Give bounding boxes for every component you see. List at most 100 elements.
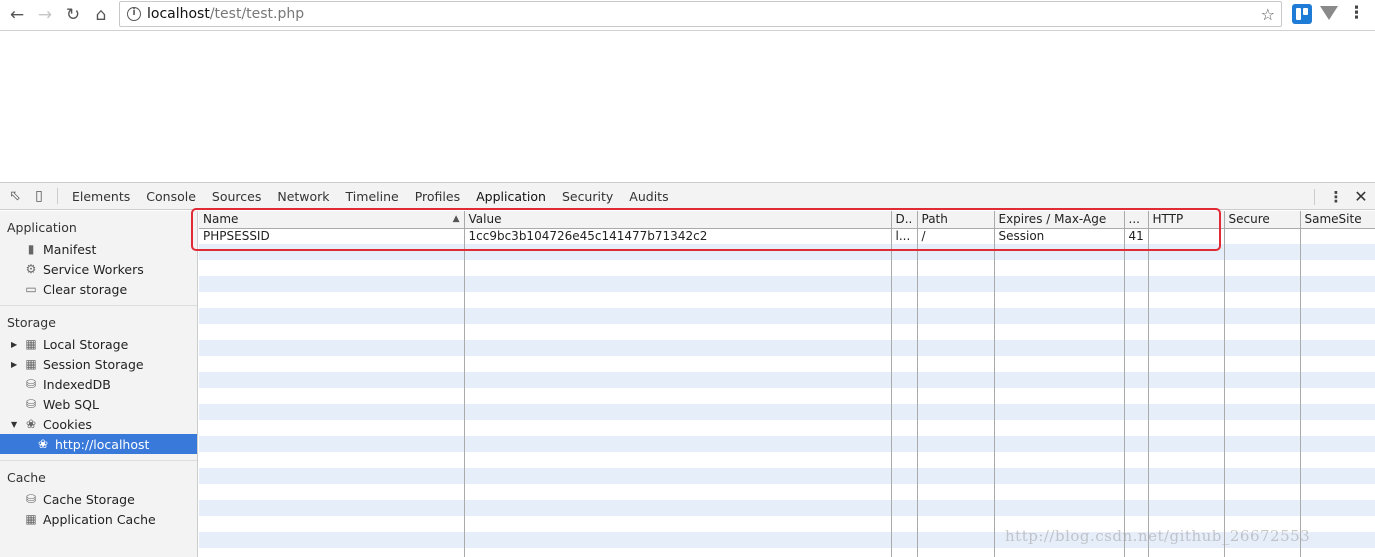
table-row[interactable]: PHPSESSID 1cc9bc3b104726e45c141477b71342… (199, 228, 1375, 244)
empty-cell (199, 372, 465, 388)
empty-cell (917, 500, 995, 516)
sidebar-item-session-storage[interactable]: ▶ ▦ Session Storage (0, 354, 197, 374)
empty-cell (994, 260, 1125, 276)
info-icon[interactable]: i (127, 7, 141, 21)
empty-cell (994, 276, 1125, 292)
column-header-secure[interactable]: Secure (1224, 211, 1301, 229)
section-title-storage: Storage (7, 315, 56, 330)
expand-arrow-icon[interactable]: ▼ (11, 420, 21, 429)
trello-extension-icon[interactable] (1292, 4, 1312, 24)
sidebar-item-label: Web SQL (43, 396, 99, 412)
empty-cell (1224, 436, 1301, 452)
expand-arrow-icon[interactable]: ▶ (11, 340, 21, 349)
empty-cell (994, 308, 1125, 324)
empty-cell (1300, 452, 1375, 468)
address-bar[interactable]: i localhost/test/test.php ☆ (119, 1, 1282, 27)
cookie-samesite-cell[interactable] (1300, 228, 1375, 244)
tab-application[interactable]: Application (468, 183, 554, 210)
close-icon[interactable]: ✕ (1347, 187, 1375, 206)
empty-cell (199, 532, 465, 548)
empty-cell (1148, 484, 1225, 500)
tab-network[interactable]: Network (269, 183, 337, 210)
empty-cell (1300, 468, 1375, 484)
browser-menu-icon[interactable]: ⋮ (1348, 3, 1365, 23)
column-header-path[interactable]: Path (917, 211, 995, 229)
tab-sources[interactable]: Sources (204, 183, 269, 210)
tab-security[interactable]: Security (554, 183, 621, 210)
bookmark-star-icon[interactable]: ☆ (1261, 5, 1275, 24)
forward-icon[interactable]: → (31, 1, 59, 29)
controls-divider (1314, 188, 1315, 205)
column-header-http[interactable]: HTTP (1148, 211, 1225, 229)
cookie-path-cell[interactable]: / (917, 228, 995, 244)
sidebar-item-cookies-localhost[interactable]: ▶ ❀ http://localhost (0, 434, 197, 454)
gear-icon: ⚙ (25, 262, 37, 276)
column-header-name[interactable]: Name ▲ (199, 211, 465, 229)
empty-cell (917, 260, 995, 276)
empty-cell (891, 452, 918, 468)
column-header-value[interactable]: Value (464, 211, 892, 229)
cookie-domain-cell[interactable]: l... (891, 228, 918, 244)
empty-cell (1300, 276, 1375, 292)
sidebar-item-application-cache[interactable]: ▶ ▦ Application Cache (0, 509, 197, 529)
cookie-expires-cell[interactable]: Session (994, 228, 1125, 244)
sidebar-item-indexeddb[interactable]: ▶ ⛁ IndexedDB (0, 374, 197, 394)
empty-cell (464, 324, 892, 340)
empty-cell (199, 436, 465, 452)
vue-extension-icon[interactable] (1320, 6, 1338, 20)
device-toolbar-icon[interactable]: ▯ (27, 184, 51, 208)
back-icon[interactable]: ← (3, 1, 31, 29)
cookies-table: Name ▲ Value D.. Path Expires / Max-Age .… (199, 211, 1375, 557)
empty-cell (1224, 500, 1301, 516)
column-header-samesite[interactable]: SameSite (1300, 211, 1375, 229)
empty-cell (1300, 372, 1375, 388)
sidebar-item-cache-storage[interactable]: ▶ ⛁ Cache Storage (0, 489, 197, 509)
empty-cell (1300, 260, 1375, 276)
empty-cell (1300, 340, 1375, 356)
url-text[interactable]: localhost/test/test.php (147, 6, 304, 22)
table-header-row: Name ▲ Value D.. Path Expires / Max-Age .… (199, 211, 1375, 229)
cookie-size-cell[interactable]: 41 (1124, 228, 1149, 244)
devtools-menu-icon[interactable]: ⋮ (1325, 188, 1347, 206)
empty-cell (917, 324, 995, 340)
cookie-secure-cell[interactable] (1224, 228, 1301, 244)
empty-cell (199, 500, 465, 516)
empty-table-row (199, 420, 1375, 436)
cookies-grid[interactable]: Name ▲ Value D.. Path Expires / Max-Age .… (199, 211, 1375, 557)
sidebar-item-service-workers[interactable]: ▶ ⚙ Service Workers (0, 259, 197, 279)
empty-cell (1300, 244, 1375, 260)
inspect-element-icon[interactable]: ⬁ (3, 184, 27, 208)
tab-audits[interactable]: Audits (621, 183, 676, 210)
column-header-expires[interactable]: Expires / Max-Age (994, 211, 1125, 229)
tab-console[interactable]: Console (138, 183, 204, 210)
empty-cell (891, 516, 918, 532)
expand-arrow-icon[interactable]: ▶ (11, 360, 21, 369)
devtools-tab-bar: ⬁ ▯ Elements Console Sources Network Tim… (0, 183, 1375, 210)
sidebar-item-web-sql[interactable]: ▶ ⛁ Web SQL (0, 394, 197, 414)
empty-cell (994, 388, 1125, 404)
column-header-size[interactable]: ... (1124, 211, 1149, 229)
empty-cell (199, 484, 465, 500)
section-divider (0, 460, 197, 461)
empty-cell (891, 404, 918, 420)
cookie-name-cell[interactable]: PHPSESSID (199, 228, 465, 244)
home-icon[interactable]: ⌂ (87, 1, 115, 29)
empty-cell (1124, 404, 1149, 420)
empty-cell (464, 404, 892, 420)
reload-icon[interactable]: ↻ (59, 1, 87, 29)
empty-cell (891, 420, 918, 436)
tab-timeline[interactable]: Timeline (338, 183, 407, 210)
column-header-domain[interactable]: D.. (891, 211, 918, 229)
tab-elements[interactable]: Elements (64, 183, 138, 210)
empty-cell (917, 276, 995, 292)
tab-profiles[interactable]: Profiles (407, 183, 468, 210)
sidebar-item-local-storage[interactable]: ▶ ▦ Local Storage (0, 334, 197, 354)
empty-cell (464, 372, 892, 388)
sidebar-item-clear-storage[interactable]: ▶ ▭ Clear storage (0, 279, 197, 299)
cookie-value-cell[interactable]: 1cc9bc3b104726e45c141477b71342c2 (464, 228, 892, 244)
empty-cell (199, 356, 465, 372)
sidebar-item-cookies[interactable]: ▼ ❀ Cookies (0, 414, 197, 434)
empty-cell (891, 500, 918, 516)
sidebar-item-manifest[interactable]: ▶ ▮ Manifest (0, 239, 197, 259)
cookie-http-cell[interactable] (1148, 228, 1225, 244)
